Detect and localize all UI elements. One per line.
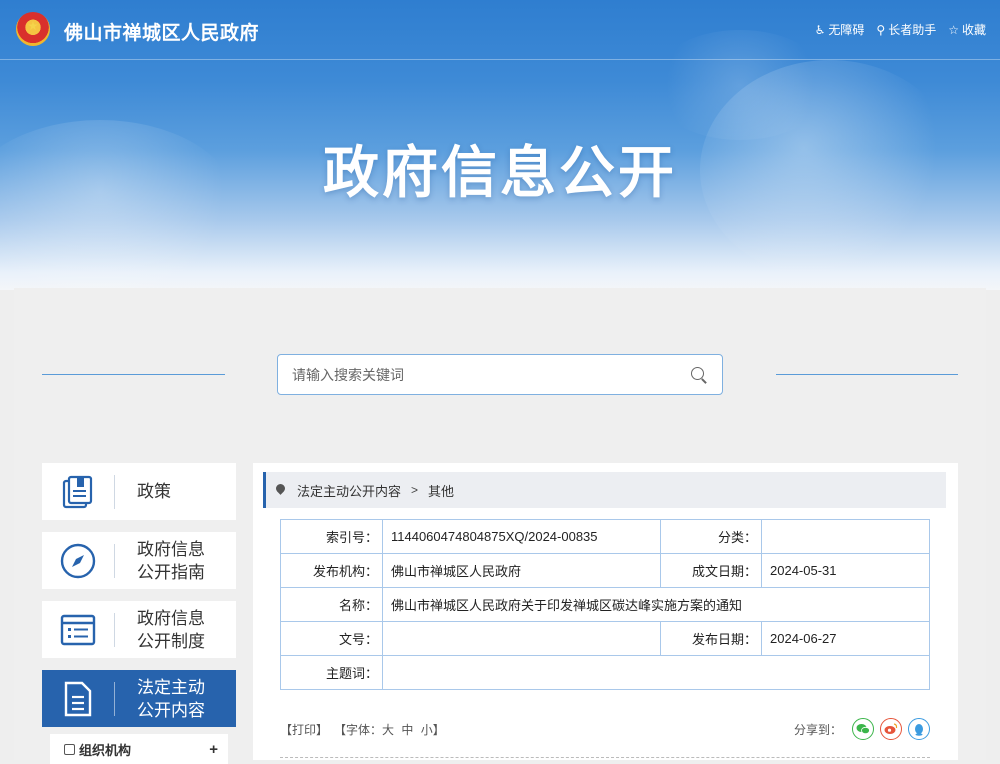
site-title[interactable]: 佛山市禅城区人民政府 [64, 18, 259, 45]
meta-label: 文号： [280, 621, 383, 656]
document-icon [42, 463, 114, 520]
breadcrumb-separator: > [411, 483, 419, 497]
breadcrumb: 法定主动公开内容 > 其他 [263, 472, 946, 508]
elder-assistant-button[interactable]: ⚲ 长者助手 [876, 21, 936, 38]
table-row: 索引号： 1144060474804875XQ/2024-00835 分类： [280, 519, 930, 554]
search-icon[interactable] [690, 366, 708, 384]
document-meta-table: 索引号： 1144060474804875XQ/2024-00835 分类： 发… [280, 519, 930, 690]
sidebar-item-system[interactable]: 政府信息 公开制度 [42, 601, 236, 658]
meta-value [382, 655, 930, 690]
meta-label: 名称： [280, 587, 383, 622]
accessibility-button[interactable]: ♿ 无障碍 [815, 21, 865, 38]
meta-value: 佛山市禅城区人民政府关于印发禅城区碳达峰实施方案的通知 [382, 587, 930, 622]
meta-label: 发布日期： [660, 621, 762, 656]
content-panel: 法定主动公开内容 > 其他 索引号： 1144060474804875XQ/20… [253, 463, 958, 760]
favorite-button[interactable]: ☆ 收藏 [948, 21, 986, 38]
font-small-button[interactable]: 小 [421, 723, 433, 737]
breadcrumb-link[interactable]: 法定主动公开内容 [297, 481, 401, 500]
elder-assistant-label: 长者助手 [888, 23, 937, 37]
sidebar-item-label: 法定主动 公开内容 [137, 677, 205, 720]
wechat-icon[interactable] [852, 718, 874, 740]
expand-icon[interactable]: + [209, 741, 218, 758]
dashed-divider [280, 757, 930, 758]
sidebar-item-statutory[interactable]: 法定主动 公开内容 [42, 670, 236, 727]
hero-title: 政府信息公开 [323, 141, 677, 204]
meta-value [761, 519, 930, 554]
divider-line [776, 374, 958, 375]
main-panel: 政策 政府信息 公开指南 政府信息 公开制度 [14, 288, 986, 764]
meta-value [382, 621, 661, 656]
font-large-button[interactable]: 大 [382, 723, 394, 737]
accessibility-icon: ♿ [814, 22, 826, 37]
meta-label: 成文日期： [660, 553, 762, 588]
meta-label: 索引号： [280, 519, 383, 554]
sidebar-item-guide[interactable]: 政府信息 公开指南 [42, 532, 236, 589]
share-bar: 分享到： [794, 718, 930, 740]
star-icon: ☆ [948, 22, 959, 37]
share-label: 分享到： [793, 722, 842, 737]
table-row: 发布机构： 佛山市禅城区人民政府 成文日期： 2024-05-31 [280, 553, 930, 588]
meta-label: 分类： [660, 519, 762, 554]
article-tools: 【打印】 【字体：大 中 小】 分享到： [280, 718, 930, 740]
favorite-label: 收藏 [961, 23, 986, 37]
table-row: 名称： 佛山市禅城区人民政府关于印发禅城区碳达峰实施方案的通知 [280, 587, 930, 622]
top-toolbar: ♿ 无障碍 ⚲ 长者助手 ☆ 收藏 [815, 21, 986, 38]
weibo-icon[interactable] [880, 718, 902, 740]
meta-label: 发布机构： [280, 553, 383, 588]
sidebar-item-policy[interactable]: 政策 [42, 463, 236, 520]
folder-icon [64, 743, 75, 755]
accessibility-label: 无障碍 [828, 23, 865, 37]
table-row: 主题词： [280, 655, 930, 690]
top-bar: 佛山市禅城区人民政府 ♿ 无障碍 ⚲ 长者助手 ☆ 收藏 [0, 0, 1000, 60]
sidebar-item-label: 政府信息 公开指南 [137, 539, 205, 582]
sidebar-item-label: 政府信息 公开制度 [137, 608, 205, 651]
qq-icon[interactable] [908, 718, 930, 740]
meta-label: 主题词： [280, 655, 383, 690]
meta-value: 1144060474804875XQ/2024-00835 [382, 519, 661, 554]
print-button[interactable]: 【打印】 [280, 721, 328, 738]
sidebar-item-label: 政策 [137, 482, 171, 501]
file-icon [42, 670, 114, 727]
elder-assistant-icon: ⚲ [876, 22, 886, 37]
font-size-close: 】 [432, 722, 445, 737]
font-medium-button[interactable]: 中 [401, 723, 413, 737]
search-box [277, 354, 723, 395]
table-row: 文号： 发布日期： 2024-06-27 [280, 621, 930, 656]
meta-value: 佛山市禅城区人民政府 [382, 553, 661, 588]
list-icon [42, 601, 114, 658]
location-pin-icon [276, 484, 285, 496]
meta-value: 2024-06-27 [761, 621, 930, 656]
sidebar-subitem-label: 组织机构 [79, 742, 132, 758]
search-input[interactable] [292, 366, 690, 383]
divider-line [42, 374, 225, 375]
font-size-label: 【字体： [334, 722, 383, 737]
national-emblem-icon [16, 12, 50, 46]
header-banner: 佛山市禅城区人民政府 ♿ 无障碍 ⚲ 长者助手 ☆ 收藏 政府信息公开 [0, 0, 1000, 290]
font-size-controls: 【字体：大 中 小】 [334, 721, 445, 738]
compass-icon [42, 532, 114, 589]
breadcrumb-link[interactable]: 其他 [428, 481, 454, 500]
meta-value: 2024-05-31 [761, 553, 930, 588]
